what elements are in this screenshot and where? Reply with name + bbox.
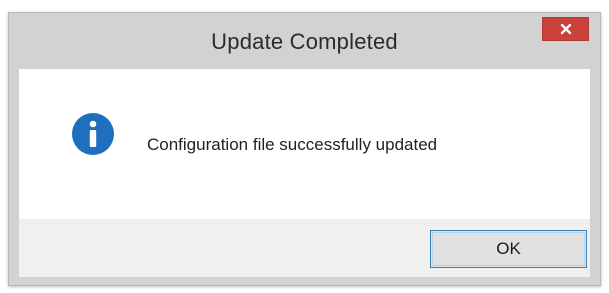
dialog-message: Configuration file successfully updated <box>147 135 438 154</box>
title-bar: Update Completed <box>9 13 600 69</box>
dialog-footer: OK <box>19 219 590 277</box>
close-icon <box>560 23 572 35</box>
ok-button[interactable]: OK <box>430 230 587 268</box>
update-completed-dialog: Update Completed Configuration file succ… <box>8 12 601 286</box>
close-button[interactable] <box>542 17 589 41</box>
info-icon <box>71 112 115 156</box>
dialog-content: Configuration file successfully updated <box>19 69 590 219</box>
dialog-title: Update Completed <box>211 29 398 54</box>
